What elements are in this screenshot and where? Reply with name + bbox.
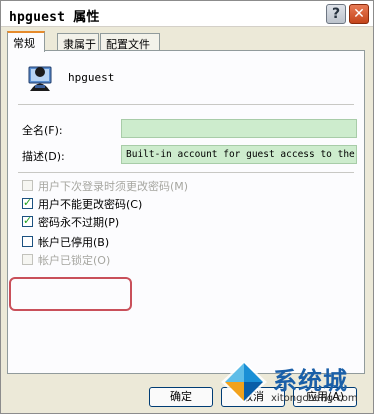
user-account-icon <box>28 66 52 91</box>
account-locked-checkbox[interactable] <box>22 254 33 265</box>
tab-general[interactable]: 常规 <box>7 31 45 52</box>
account-disabled-checkbox[interactable] <box>22 236 33 247</box>
fullname-label: 全名(F): <box>22 124 63 137</box>
password-never-expires-label: 密码永不过期(P) <box>38 216 120 229</box>
general-tab-panel: hpguest 全名(F): 描述(D): Built-in account f… <box>7 50 365 374</box>
help-button[interactable]: ? <box>326 4 346 24</box>
cannot-change-password-label: 用户不能更改密码(C) <box>38 198 143 211</box>
password-never-expires-checkbox[interactable] <box>22 214 33 227</box>
account-disabled-label: 帐户已停用(B) <box>38 236 110 249</box>
properties-dialog: hpguest 属性 ? ✕ 常规 隶属于 配置文件 hpguest 全名(F)… <box>0 0 374 414</box>
separator <box>18 172 354 173</box>
fullname-input[interactable] <box>121 119 357 138</box>
watermark-logo-icon <box>221 361 267 403</box>
separator <box>18 104 354 105</box>
close-button[interactable]: ✕ <box>349 4 369 24</box>
highlight-box <box>9 277 132 311</box>
username-label: hpguest <box>68 71 115 84</box>
tab-member-of[interactable]: 隶属于 <box>57 33 99 51</box>
account-locked-label: 帐户已锁定(O) <box>38 254 111 267</box>
description-label: 描述(D): <box>22 150 65 163</box>
watermark-url: xitongcheng.com <box>271 393 358 404</box>
window-title: hpguest 属性 <box>9 10 100 25</box>
must-change-password-checkbox[interactable] <box>22 180 33 191</box>
watermark-text: 系统城 <box>273 367 348 395</box>
description-input[interactable]: Built-in account for guest access to the <box>121 145 357 164</box>
tab-profile[interactable]: 配置文件 <box>100 33 160 51</box>
ok-button[interactable]: 确定 <box>149 387 213 407</box>
cannot-change-password-checkbox[interactable] <box>22 196 33 209</box>
title-bar[interactable]: hpguest 属性 ? ✕ <box>1 1 373 27</box>
must-change-password-label: 用户下次登录时须更改密码(M) <box>38 180 189 193</box>
